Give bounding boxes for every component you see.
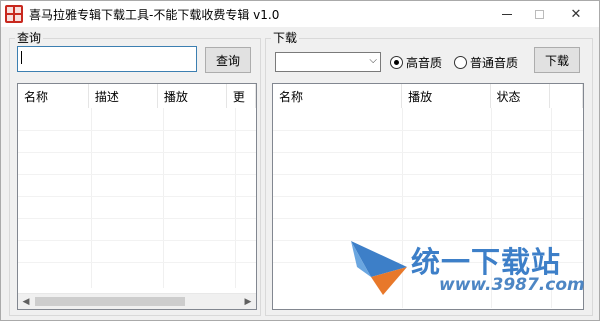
column-header-plays[interactable]: 播放 [158, 84, 227, 108]
column-header-extra[interactable] [550, 84, 583, 108]
title-bar: 喜马拉雅专辑下载工具-不能下载收费专辑 v1.0 ✕ [1, 1, 599, 27]
query-group-title: 查询 [15, 31, 44, 45]
download-button[interactable]: 下载 [534, 47, 580, 73]
grid-line [273, 218, 583, 219]
watermark-logo-icon [351, 241, 407, 295]
maximize-icon [534, 9, 544, 19]
grid-line [273, 152, 583, 153]
grid-line [18, 196, 256, 197]
scroll-right-icon[interactable]: ▶ [240, 294, 256, 309]
grid-line [273, 174, 583, 175]
grid-line [18, 240, 256, 241]
radio-high-quality[interactable]: 高音质 [390, 54, 442, 71]
search-input[interactable] [17, 46, 197, 72]
chevron-down-icon: ⌵ [369, 55, 377, 66]
query-list-header: 名称 描述 播放 更 [18, 84, 256, 108]
grid-line [163, 108, 164, 288]
watermark-url: www.3987.com [439, 275, 585, 295]
grid-line [18, 218, 256, 219]
radio-normal-quality[interactable]: 普通音质 [454, 54, 518, 71]
app-logo-icon [5, 5, 23, 23]
radio-normal-quality-label: 普通音质 [470, 56, 519, 70]
query-result-list[interactable]: 名称 描述 播放 更 ◀ ▶ [17, 83, 257, 310]
app-window: 喜马拉雅专辑下载工具-不能下载收费专辑 v1.0 ✕ 查询 查询 名称 描述 播… [0, 0, 600, 321]
column-header-name[interactable]: 名称 [273, 84, 403, 108]
horizontal-scrollbar[interactable]: ◀ ▶ [18, 293, 256, 309]
grid-line [18, 262, 256, 263]
close-icon: ✕ [570, 6, 582, 22]
column-header-description[interactable]: 描述 [89, 84, 158, 108]
download-group-title: 下载 [271, 31, 300, 45]
close-button[interactable]: ✕ [554, 1, 598, 27]
column-header-plays[interactable]: 播放 [402, 84, 491, 108]
site-watermark: 统一下载站 www.3987.com [349, 237, 589, 297]
grid-line [18, 130, 256, 131]
grid-line [18, 152, 256, 153]
search-button[interactable]: 查询 [205, 47, 251, 73]
radio-selected-icon [390, 56, 403, 69]
radio-unselected-icon [454, 56, 467, 69]
grid-line [273, 130, 583, 131]
column-header-update[interactable]: 更 [227, 84, 256, 108]
grid-line [18, 174, 256, 175]
window-title: 喜马拉雅专辑下载工具-不能下载收费专辑 v1.0 [29, 8, 280, 22]
radio-high-quality-label: 高音质 [406, 56, 443, 70]
minimize-icon [502, 13, 512, 15]
grid-line [91, 108, 92, 288]
scroll-left-icon[interactable]: ◀ [18, 294, 34, 309]
download-list-header: 名称 播放 状态 [273, 84, 583, 108]
quality-dropdown[interactable]: ⌵ [275, 52, 381, 72]
grid-line [235, 108, 236, 288]
column-header-status[interactable]: 状态 [491, 84, 551, 108]
scrollbar-thumb[interactable] [35, 297, 185, 306]
text-caret [21, 51, 22, 64]
grid-line [273, 196, 583, 197]
column-header-name[interactable]: 名称 [18, 84, 89, 108]
